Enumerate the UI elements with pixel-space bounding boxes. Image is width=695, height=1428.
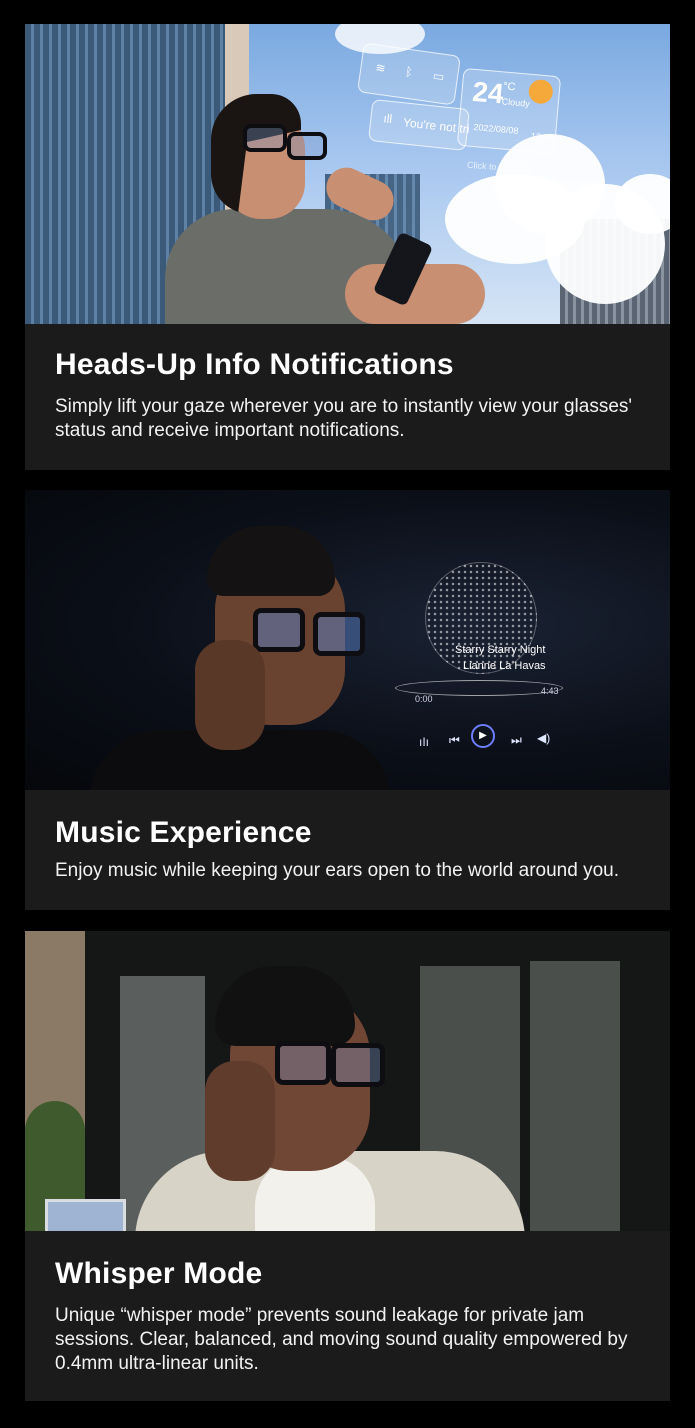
- hand: [205, 1061, 275, 1181]
- card-description: Unique “whisper mode” prevents sound lea…: [55, 1305, 628, 1374]
- heads-up-photo: ≋ ᛒ ▭ ıll You're not tri 24 °C Cloudy 20…: [25, 24, 670, 324]
- volume-icon[interactable]: ◀): [537, 732, 550, 744]
- hud-time: 12:00: [530, 131, 554, 143]
- hud-date: 2022/08/08: [473, 121, 519, 136]
- glasses-right-lens: [331, 1043, 385, 1087]
- bluetooth-icon: ᛒ: [404, 64, 414, 80]
- feature-card-music: Starry Starry Night Lianne La Havas 0:00…: [25, 490, 670, 910]
- feature-card-whisper: Whisper Mode Unique “whisper mode” preve…: [25, 931, 670, 1401]
- wifi-icon: ≋: [374, 60, 387, 76]
- hud-weather-label: Cloudy: [501, 96, 531, 109]
- next-track-icon[interactable]: ⏭: [511, 734, 522, 746]
- glasses-left-lens: [275, 1041, 331, 1085]
- hair: [207, 526, 335, 596]
- glasses-right-lens: [287, 132, 327, 160]
- play-button[interactable]: ▶: [471, 724, 495, 748]
- tablet-display: [45, 1199, 126, 1231]
- glasses-right-lens: [313, 612, 365, 656]
- hand: [195, 640, 265, 750]
- previous-track-icon[interactable]: ⏮: [449, 734, 460, 746]
- equalizer-icon[interactable]: ıIı: [419, 736, 429, 748]
- battery-icon: ▭: [432, 68, 446, 84]
- hud-status-panel: ≋ ᛒ ▭: [356, 42, 462, 106]
- card-title: Music Experience: [55, 816, 312, 849]
- duration-time: 4:43: [541, 686, 559, 696]
- artist-name: Lianne La Havas: [463, 660, 546, 672]
- song-title: Starry Starry Night: [455, 644, 546, 656]
- card-description: Enjoy music while keeping your ears open…: [55, 860, 619, 881]
- card-title: Heads-Up Info Notifications: [55, 348, 454, 381]
- hud-temp-unit: °C: [502, 80, 516, 94]
- glasses-left-lens: [243, 124, 287, 152]
- music-photo: Starry Starry Night Lianne La Havas 0:00…: [25, 490, 670, 790]
- hud-weather-panel: 24 °C Cloudy 2022/08/08 12:00: [456, 67, 562, 155]
- window: [530, 961, 620, 1231]
- sound-sphere: [425, 562, 537, 674]
- hud-notification-panel: ıll You're not tri: [368, 98, 470, 152]
- signal-bars-icon: ıll: [382, 111, 393, 127]
- card-title: Whisper Mode: [55, 1257, 263, 1290]
- sun-cloud-icon: [527, 78, 554, 105]
- feature-card-heads-up: ≋ ᛒ ▭ ıll You're not tri 24 °C Cloudy 20…: [25, 24, 670, 470]
- hud-temperature: 24: [471, 75, 505, 110]
- whisper-photo: [25, 931, 670, 1231]
- glasses-left-lens: [253, 608, 305, 652]
- elapsed-time: 0:00: [415, 694, 433, 704]
- card-description: Simply lift your gaze wherever you are t…: [55, 396, 633, 441]
